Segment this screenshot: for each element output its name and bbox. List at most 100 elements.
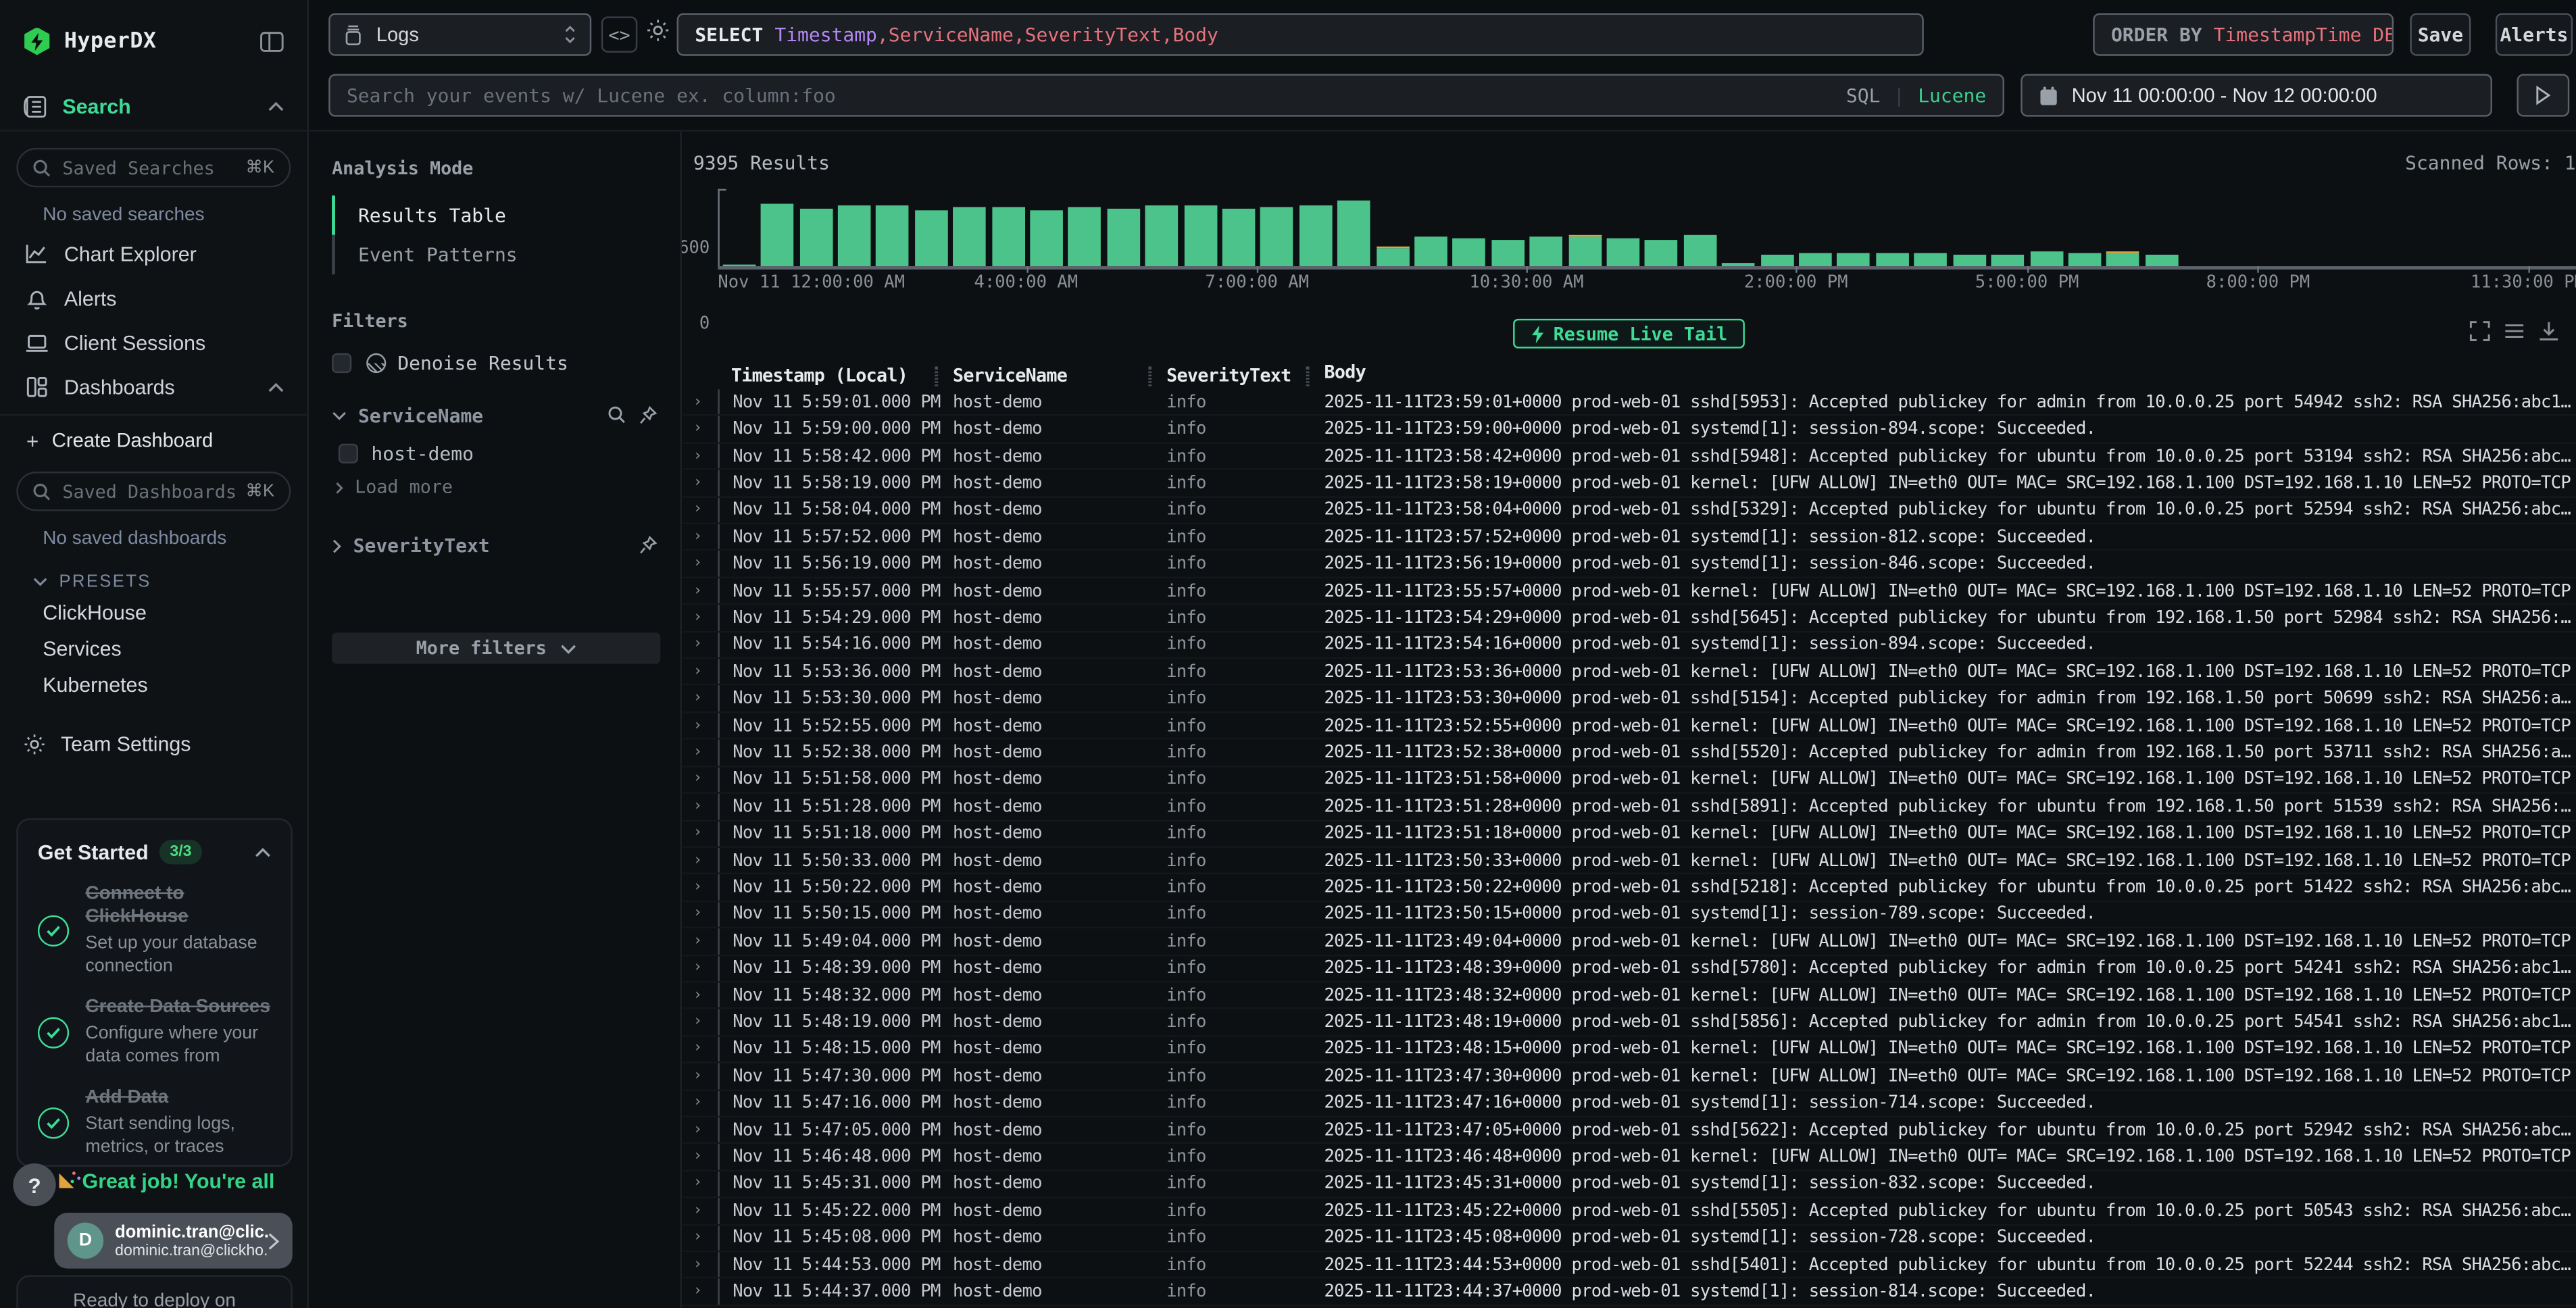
table-row[interactable]: › Nov 11 5:44:53.000 PM host-demo info 2…: [682, 1252, 2576, 1279]
column-resize-handle[interactable]: [935, 366, 938, 385]
histogram-bar[interactable]: [1489, 189, 1527, 266]
table-row[interactable]: › Nov 11 5:49:04.000 PM host-demo info 2…: [682, 928, 2576, 955]
histogram-bar[interactable]: [2335, 189, 2373, 266]
row-expand-chevron-icon[interactable]: ›: [682, 555, 718, 572]
facet-value-host-demo[interactable]: host-demo: [339, 442, 680, 465]
row-expand-chevron-icon[interactable]: ›: [682, 745, 718, 761]
histogram-bar[interactable]: [2373, 189, 2412, 266]
table-row[interactable]: › Nov 11 5:45:22.000 PM host-demo info 2…: [682, 1199, 2576, 1226]
histogram-bar[interactable]: [1950, 189, 1989, 266]
row-density-icon[interactable]: [2504, 320, 2525, 342]
row-expand-chevron-icon[interactable]: ›: [682, 1122, 718, 1138]
histogram-bar[interactable]: [1027, 189, 1066, 266]
row-expand-chevron-icon[interactable]: ›: [682, 394, 718, 410]
get-started-step[interactable]: Create Data Sources Configure where your…: [38, 997, 271, 1069]
row-expand-chevron-icon[interactable]: ›: [682, 475, 718, 491]
histogram-bar[interactable]: [2027, 189, 2066, 266]
sidebar-item-search[interactable]: Search: [0, 82, 307, 132]
facet-checkbox[interactable]: [339, 444, 358, 463]
table-row[interactable]: › Nov 11 5:54:16.000 PM host-demo info 2…: [682, 632, 2576, 659]
orderby-clause-input[interactable]: ORDER BYTimestampTime DESC: [2093, 13, 2394, 55]
row-expand-chevron-icon[interactable]: ›: [682, 799, 718, 815]
save-button[interactable]: Save: [2410, 13, 2471, 55]
denoise-results-option[interactable]: Denoise Results: [332, 351, 680, 374]
presets-toggle[interactable]: PRESETS: [0, 555, 307, 595]
row-expand-chevron-icon[interactable]: ›: [682, 1014, 718, 1030]
histogram-bar[interactable]: [1527, 189, 1566, 266]
tab-event-patterns[interactable]: Event Patterns: [332, 235, 680, 274]
histogram-bar[interactable]: [1796, 189, 1835, 266]
table-row[interactable]: › Nov 11 5:45:08.000 PM host-demo info 2…: [682, 1225, 2576, 1252]
row-expand-chevron-icon[interactable]: ›: [682, 1257, 718, 1273]
table-row[interactable]: › Nov 11 5:58:04.000 PM host-demo info 2…: [682, 497, 2576, 524]
results-histogram[interactable]: 600 0: [718, 189, 2566, 266]
histogram-bar[interactable]: [1758, 189, 1796, 266]
row-expand-chevron-icon[interactable]: ›: [682, 1095, 718, 1111]
row-expand-chevron-icon[interactable]: ›: [682, 529, 718, 545]
row-expand-chevron-icon[interactable]: ›: [682, 718, 718, 734]
histogram-bar[interactable]: [2104, 189, 2142, 266]
column-resize-handle[interactable]: [1148, 366, 1151, 385]
row-expand-chevron-icon[interactable]: ›: [682, 582, 718, 599]
histogram-bar[interactable]: [1296, 189, 1335, 266]
histogram-bar[interactable]: [950, 189, 989, 266]
query-settings-button[interactable]: [645, 18, 670, 43]
sql-editor-toggle-button[interactable]: <>: [601, 16, 637, 53]
table-row[interactable]: › Nov 11 5:46:48.000 PM host-demo info 2…: [682, 1144, 2576, 1172]
get-started-step[interactable]: Connect to ClickHouse Set up your databa…: [38, 882, 271, 978]
table-row[interactable]: › Nov 11 5:47:30.000 PM host-demo info 2…: [682, 1063, 2576, 1090]
sidebar-item-dashboards[interactable]: Dashboards: [0, 365, 307, 409]
histogram-bar[interactable]: [720, 189, 758, 266]
table-row[interactable]: › Nov 11 5:48:15.000 PM host-demo info 2…: [682, 1036, 2576, 1063]
help-button[interactable]: ?: [13, 1163, 55, 1206]
table-row[interactable]: › Nov 11 5:48:19.000 PM host-demo info 2…: [682, 1009, 2576, 1036]
user-menu[interactable]: D dominic.tran@clic... dominic.tran@clic…: [54, 1213, 293, 1269]
row-expand-chevron-icon[interactable]: ›: [682, 1149, 718, 1165]
sql-toggle[interactable]: SQL: [1846, 84, 1881, 107]
table-row[interactable]: › Nov 11 5:51:28.000 PM host-demo info 2…: [682, 794, 2576, 821]
pin-icon[interactable]: [639, 536, 658, 555]
source-select[interactable]: Logs: [328, 13, 591, 55]
histogram-bar[interactable]: [1719, 189, 1758, 266]
histogram-bar[interactable]: [873, 189, 912, 266]
row-expand-chevron-icon[interactable]: ›: [682, 663, 718, 680]
table-row[interactable]: › Nov 11 5:58:42.000 PM host-demo info 2…: [682, 443, 2576, 470]
lucene-toggle[interactable]: Lucene: [1918, 84, 1986, 107]
row-expand-chevron-icon[interactable]: ›: [682, 1176, 718, 1192]
row-expand-chevron-icon[interactable]: ›: [682, 933, 718, 949]
row-expand-chevron-icon[interactable]: ›: [682, 1203, 718, 1219]
table-row[interactable]: › Nov 11 5:50:15.000 PM host-demo info 2…: [682, 902, 2576, 929]
histogram-bar[interactable]: [1220, 189, 1258, 266]
histogram-bar[interactable]: [2258, 189, 2296, 266]
sidebar-collapse-icon[interactable]: [259, 30, 284, 52]
denoise-checkbox[interactable]: [332, 353, 351, 373]
run-query-button[interactable]: [2517, 74, 2569, 116]
table-row[interactable]: › Nov 11 5:48:39.000 PM host-demo info 2…: [682, 955, 2576, 982]
table-row[interactable]: › Nov 11 5:52:55.000 PM host-demo info 2…: [682, 713, 2576, 740]
sidebar-item-team-settings[interactable]: Team Settings: [0, 703, 307, 756]
histogram-bar[interactable]: [1989, 189, 2027, 266]
select-clause-input[interactable]: SELECTTimestamp,ServiceName,SeverityText…: [677, 13, 1924, 55]
histogram-bar[interactable]: [1604, 189, 1643, 266]
histogram-bar[interactable]: [1681, 189, 1719, 266]
histogram-bar[interactable]: [2065, 189, 2104, 266]
histogram-bar[interactable]: [1642, 189, 1681, 266]
table-row[interactable]: › Nov 11 5:53:30.000 PM host-demo info 2…: [682, 686, 2576, 713]
download-icon[interactable]: [2538, 320, 2560, 342]
facet-search-icon[interactable]: [608, 406, 626, 424]
table-row[interactable]: › Nov 11 5:51:18.000 PM host-demo info 2…: [682, 821, 2576, 848]
histogram-bar[interactable]: [989, 189, 1027, 266]
expand-icon[interactable]: [2469, 320, 2491, 342]
table-row[interactable]: › Nov 11 5:59:01.000 PM host-demo info 2…: [682, 389, 2576, 416]
sidebar-item-alerts[interactable]: Alerts: [0, 276, 307, 321]
histogram-bar[interactable]: [2488, 189, 2527, 266]
facet-severitytext[interactable]: SeverityText: [332, 534, 657, 557]
row-expand-chevron-icon[interactable]: ›: [682, 1068, 718, 1084]
row-expand-chevron-icon[interactable]: ›: [682, 772, 718, 788]
sidebar-item-kubernetes[interactable]: Kubernetes: [0, 667, 307, 703]
table-row[interactable]: › Nov 11 5:57:52.000 PM host-demo info 2…: [682, 524, 2576, 551]
column-resize-handle[interactable]: [1306, 366, 1310, 385]
histogram-bar[interactable]: [1912, 189, 1950, 266]
table-row[interactable]: › Nov 11 5:51:58.000 PM host-demo info 2…: [682, 767, 2576, 794]
table-row[interactable]: › Nov 11 5:45:31.000 PM host-demo info 2…: [682, 1172, 2576, 1199]
